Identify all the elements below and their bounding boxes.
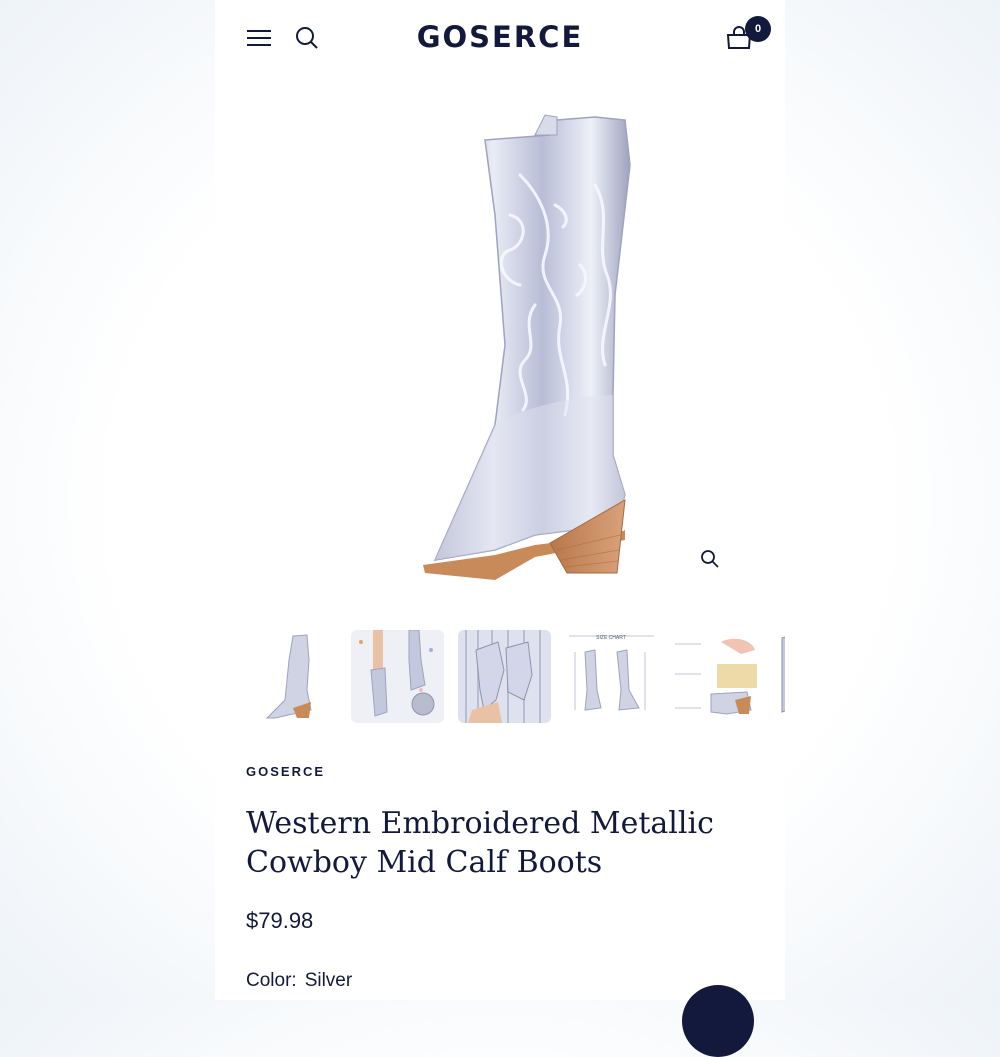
size-chart-label: SIZE CHART: [596, 635, 626, 641]
thumb-features[interactable]: [671, 630, 764, 723]
color-value: Silver: [304, 970, 353, 991]
chat-button[interactable]: [682, 985, 754, 1057]
zoom-icon[interactable]: [697, 546, 723, 572]
thumbnail-strip[interactable]: SIZE CHART: [245, 630, 785, 725]
product-page: GOSERCE 0 SIZE CHART GOSERCE Western Emb…: [215, 0, 785, 1057]
product-vendor[interactable]: GOSERCE: [246, 764, 325, 779]
thumb-partial[interactable]: [778, 630, 785, 723]
main-product-image[interactable]: [295, 95, 705, 605]
color-selector-label: Color: Silver: [246, 970, 352, 992]
store-logo[interactable]: GOSERCE: [215, 20, 785, 54]
product-price: $79.98: [246, 908, 314, 933]
thumb-boot-side[interactable]: [245, 630, 338, 723]
thumb-size-chart[interactable]: SIZE CHART: [565, 630, 658, 723]
cart-count-badge[interactable]: 0: [745, 16, 771, 42]
color-label: Color:: [246, 970, 297, 991]
thumb-lifestyle-tinsel[interactable]: [458, 630, 551, 723]
thumb-lifestyle-disco-ball[interactable]: [351, 630, 444, 723]
product-title: Western Embroidered Metallic Cowboy Mid …: [246, 806, 714, 880]
